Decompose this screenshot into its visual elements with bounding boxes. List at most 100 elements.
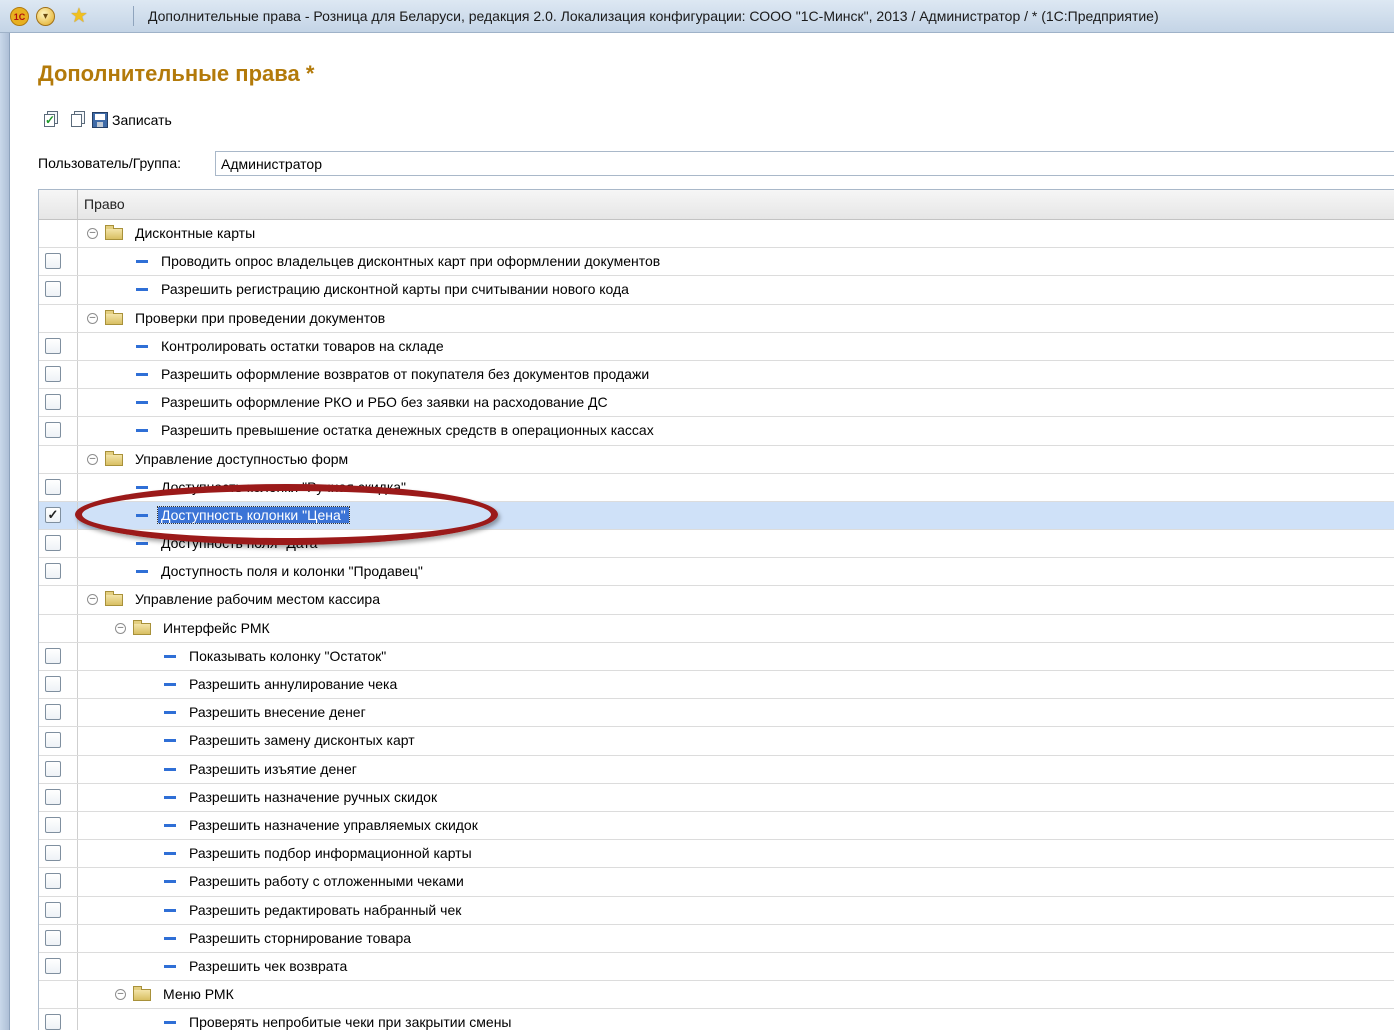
- item-dash-icon: [136, 288, 148, 292]
- right-checkbox[interactable]: [45, 704, 61, 721]
- table-row[interactable]: Разрешить регистрацию дисконтной карты п…: [39, 276, 1394, 305]
- table-row[interactable]: Разрешить работу с отложенными чеками: [39, 868, 1394, 897]
- item-dash-icon: [164, 823, 176, 827]
- table-row[interactable]: Разрешить оформление РКО и РБО без заявк…: [39, 389, 1394, 418]
- floppy-disk-icon: [92, 112, 108, 128]
- right-checkbox[interactable]: [45, 732, 61, 749]
- table-row[interactable]: Разрешить изъятие денег: [39, 755, 1394, 784]
- right-checkbox[interactable]: [45, 647, 61, 664]
- form-toolbar: ✓ Записать: [38, 106, 172, 134]
- table-row[interactable]: Разрешить чек возврата: [39, 952, 1394, 982]
- table-row[interactable]: Доступность поля "Дата": [39, 530, 1394, 559]
- right-checkbox[interactable]: [45, 816, 61, 833]
- copy-button[interactable]: [65, 108, 89, 132]
- table-row[interactable]: Разрешить редактировать набранный чек: [39, 896, 1394, 925]
- right-checkbox[interactable]: [45, 788, 61, 805]
- table-row[interactable]: Проверять непробитые чеки при закрытии с…: [39, 1009, 1394, 1030]
- table-row[interactable]: Разрешить оформление возвратов от покупа…: [39, 360, 1394, 390]
- right-label: Разрешить аннулирование чека: [189, 676, 398, 692]
- collapse-toggle-icon[interactable]: –: [115, 989, 126, 1001]
- save-button[interactable]: Записать: [92, 108, 172, 132]
- table-row[interactable]: Разрешить сторнирование товара: [39, 924, 1394, 953]
- documents-icon: [71, 111, 85, 127]
- folder-icon: [105, 225, 123, 240]
- titlebar-separator: [133, 6, 134, 26]
- item-dash-icon: [136, 485, 148, 489]
- table-row-group[interactable]: – Меню РМК: [39, 981, 1394, 1010]
- right-checkbox[interactable]: ✓: [45, 506, 61, 523]
- table-row[interactable]: Показывать колонку "Остаток": [39, 642, 1394, 671]
- table-row[interactable]: Проводить опрос владельцев дисконтных ка…: [39, 248, 1394, 277]
- right-checkbox[interactable]: [45, 253, 61, 270]
- right-checkbox[interactable]: [45, 535, 61, 552]
- table-row[interactable]: Разрешить замену дисконтых карт: [39, 727, 1394, 756]
- favorites-star-icon[interactable]: ★: [70, 4, 88, 28]
- write-and-close-button[interactable]: ✓: [38, 108, 62, 132]
- right-cell: Разрешить внесение денег: [78, 699, 1394, 726]
- right-checkbox[interactable]: [45, 422, 61, 439]
- right-cell: – Управление доступностью форм: [78, 446, 1394, 473]
- collapse-toggle-icon[interactable]: –: [87, 453, 98, 465]
- table-row-group[interactable]: – Проверки при проведении документов: [39, 304, 1394, 333]
- right-cell: Доступность колонки "Ручная скидка": [78, 474, 1394, 501]
- right-label: Разрешить чек возврата: [189, 957, 348, 974]
- table-row[interactable]: Разрешить подбор информационной карты: [39, 840, 1394, 869]
- table-row[interactable]: Разрешить превышение остатка денежных ср…: [39, 417, 1394, 446]
- item-dash-icon: [164, 880, 176, 884]
- right-cell: Разрешить оформление возвратов от покупа…: [78, 361, 1394, 388]
- checkbox-cell: [39, 530, 78, 558]
- right-checkbox[interactable]: [45, 873, 61, 890]
- right-checkbox[interactable]: [45, 845, 61, 862]
- user-group-input[interactable]: [215, 151, 1394, 176]
- right-checkbox[interactable]: [45, 957, 61, 974]
- right-checkbox[interactable]: [45, 760, 61, 777]
- collapse-toggle-icon[interactable]: –: [87, 228, 98, 239]
- table-row-group[interactable]: – Управление доступностью форм: [39, 445, 1394, 474]
- checkbox-cell: [39, 671, 78, 699]
- right-label: Проверять непробитые чеки при закрытии с…: [189, 1014, 512, 1030]
- right-cell: Разрешить изъятие денег: [78, 756, 1394, 783]
- right-checkbox[interactable]: [45, 337, 61, 354]
- right-checkbox[interactable]: [45, 901, 61, 918]
- collapse-toggle-icon[interactable]: –: [87, 312, 98, 324]
- table-row[interactable]: Разрешить назначение управляемых скидок: [39, 811, 1394, 841]
- table-row-group[interactable]: – Интерфейс РМК: [39, 614, 1394, 643]
- right-checkbox[interactable]: [45, 676, 61, 692]
- right-column-header[interactable]: Право: [78, 190, 1394, 219]
- collapse-toggle-icon[interactable]: –: [87, 594, 98, 606]
- table-row[interactable]: Разрешить назначение ручных скидок: [39, 783, 1394, 812]
- right-checkbox[interactable]: [45, 365, 61, 382]
- checkbox-cell: [39, 417, 78, 445]
- checkbox-cell: [39, 558, 78, 586]
- checkbox-column-header[interactable]: [39, 190, 78, 219]
- item-dash-icon: [136, 513, 148, 517]
- table-row[interactable]: ✓ Доступность колонки "Цена": [39, 501, 1394, 531]
- table-row[interactable]: Контролировать остатки товаров на складе: [39, 332, 1394, 361]
- folder-icon: [133, 986, 151, 1002]
- table-row-group[interactable]: – Управление рабочим местом кассира: [39, 586, 1394, 615]
- checkbox-cell: [39, 304, 78, 332]
- table-row[interactable]: Разрешить аннулирование чека: [39, 671, 1394, 700]
- right-checkbox[interactable]: [45, 394, 61, 411]
- checkbox-cell: [39, 783, 78, 811]
- table-row[interactable]: Доступность колонки "Ручная скидка": [39, 473, 1394, 502]
- right-checkbox[interactable]: [45, 478, 61, 495]
- table-row-group[interactable]: – Дисконтные карты: [39, 220, 1394, 249]
- table-row[interactable]: Доступность поля и колонки "Продавец": [39, 558, 1394, 587]
- right-cell: – Проверки при проведении документов: [78, 305, 1394, 332]
- right-checkbox[interactable]: [45, 563, 61, 580]
- right-checkbox[interactable]: [45, 281, 61, 298]
- right-cell: Разрешить подбор информационной карты: [78, 840, 1394, 867]
- collapse-toggle-icon[interactable]: –: [115, 622, 126, 634]
- right-checkbox[interactable]: [45, 1014, 61, 1030]
- right-cell: Разрешить чек возврата: [78, 953, 1394, 980]
- right-checkbox[interactable]: [45, 929, 61, 946]
- right-label: Разрешить работу с отложенными чеками: [189, 873, 464, 890]
- right-cell: Проверять непробитые чеки при закрытии с…: [78, 1009, 1394, 1030]
- app-logo-icon[interactable]: 1С: [10, 7, 29, 26]
- checkbox-cell: [39, 755, 78, 783]
- main-menu-icon[interactable]: ▾: [36, 7, 55, 26]
- table-row[interactable]: Разрешить внесение денег: [39, 699, 1394, 728]
- save-button-label: Записать: [112, 112, 172, 128]
- right-cell: Разрешить сторнирование товара: [78, 925, 1394, 952]
